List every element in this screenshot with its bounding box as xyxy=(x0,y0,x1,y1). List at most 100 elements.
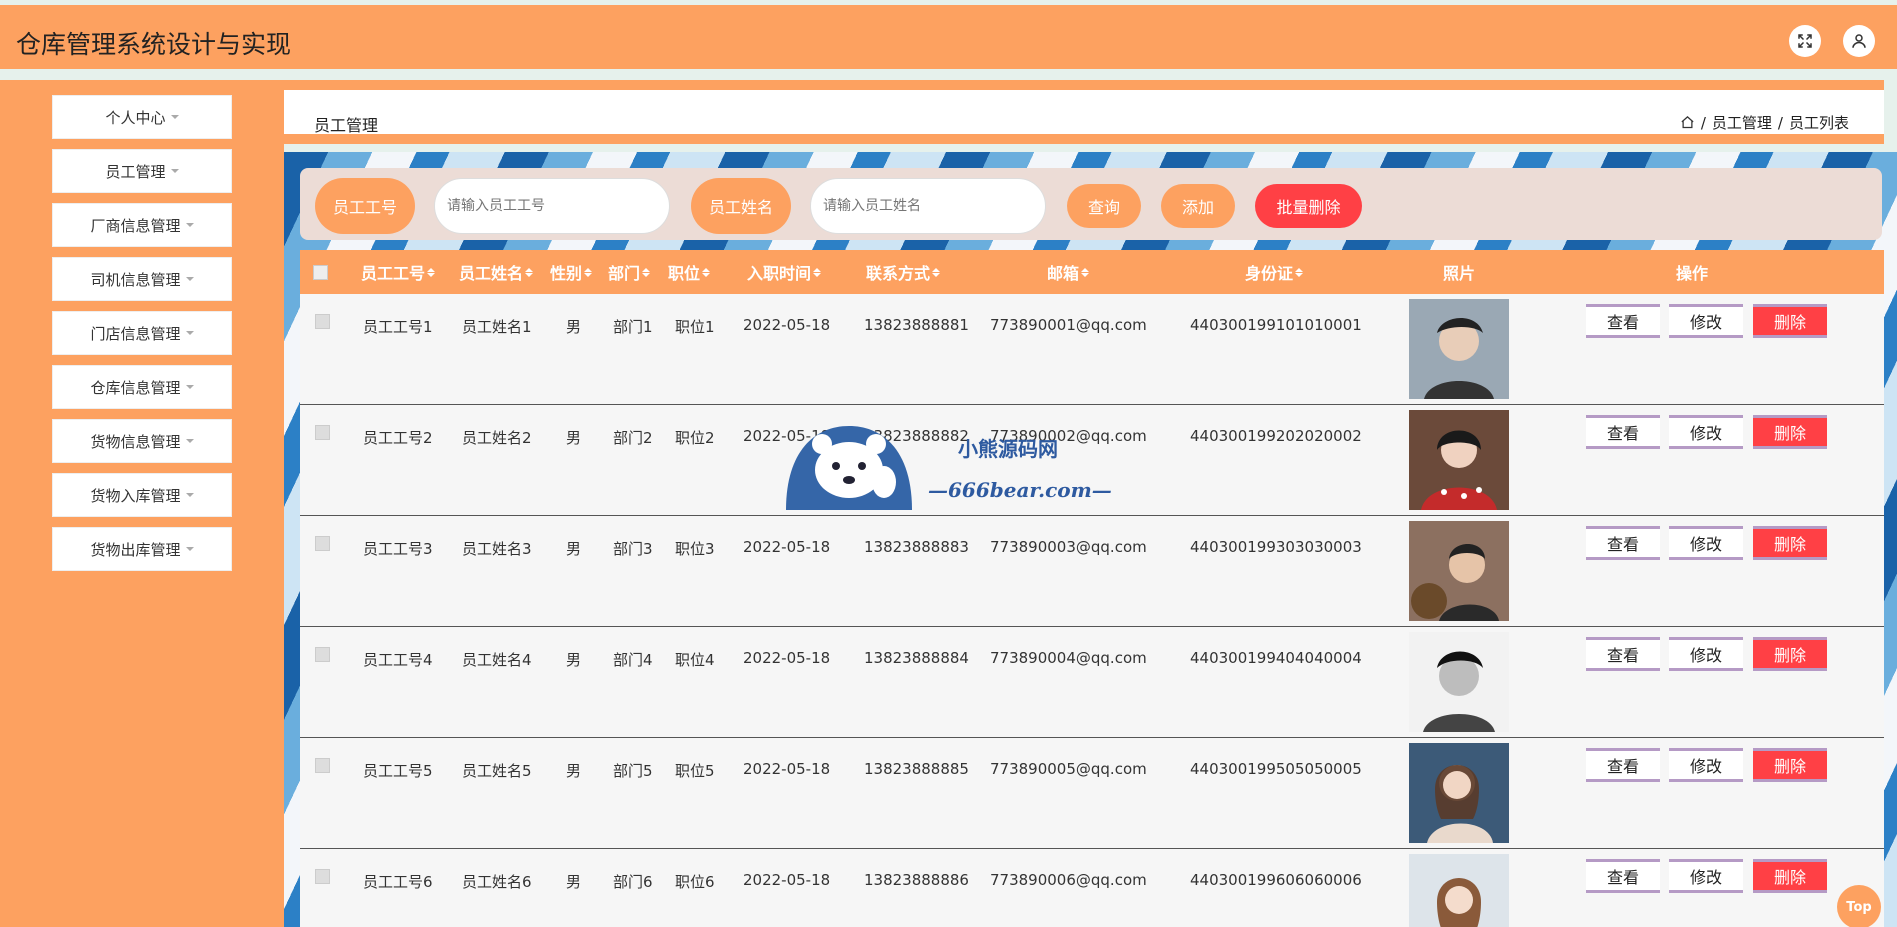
sidebar-item-store-management[interactable]: 门店信息管理 xyxy=(52,311,232,355)
col-header-photo: 照片 xyxy=(1442,264,1475,283)
sidebar-item-personal-center[interactable]: 个人中心 xyxy=(52,95,232,139)
row-checkbox[interactable] xyxy=(315,869,330,884)
cell-id-card: 440300199202020002 xyxy=(1190,427,1362,445)
fullscreen-icon[interactable] xyxy=(1789,25,1821,57)
col-header-id-card[interactable]: 身份证 xyxy=(1234,250,1314,294)
cell-position: 职位5 xyxy=(675,762,715,780)
breadcrumb-separator: / xyxy=(1700,113,1706,132)
sort-icon xyxy=(813,267,821,277)
breadcrumb-item-employee-management[interactable]: 员工管理 xyxy=(1712,112,1772,133)
edit-button[interactable]: 修改 xyxy=(1669,859,1743,893)
cell-phone: 13823888883 xyxy=(864,538,969,556)
sidebar-item-label: 个人中心 xyxy=(105,108,166,127)
cell-phone: 13823888886 xyxy=(864,871,969,889)
caret-down-icon xyxy=(185,277,194,281)
sort-icon xyxy=(642,267,650,277)
row-checkbox[interactable] xyxy=(315,536,330,551)
table-row: 员工工号5 员工姓名5 男 部门5 职位5 2022-05-18 1382388… xyxy=(300,738,1884,849)
delete-button[interactable]: 删除 xyxy=(1753,748,1827,782)
edit-button[interactable]: 修改 xyxy=(1669,304,1743,338)
caret-down-icon xyxy=(170,169,179,173)
cell-employee-name: 员工姓名6 xyxy=(462,873,532,891)
cell-employee-id: 员工工号2 xyxy=(363,429,433,447)
row-checkbox[interactable] xyxy=(315,647,330,662)
col-header-department[interactable]: 部门 xyxy=(605,250,653,294)
edit-button[interactable]: 修改 xyxy=(1669,748,1743,782)
watermark-url: —666bear.com— xyxy=(928,478,1112,502)
cell-hire-date: 2022-05-18 xyxy=(743,649,831,667)
employee-name-input[interactable] xyxy=(810,178,1046,234)
cell-department: 部门1 xyxy=(613,318,653,336)
row-checkbox[interactable] xyxy=(315,314,330,329)
sidebar-item-label: 货物出库管理 xyxy=(90,540,181,559)
cell-hire-date: 2022-05-18 xyxy=(743,871,831,889)
add-button[interactable]: 添加 xyxy=(1161,184,1235,228)
cell-employee-name: 员工姓名4 xyxy=(462,651,532,669)
cell-email: 773890006@qq.com xyxy=(990,871,1147,889)
col-header-contact[interactable]: 联系方式 xyxy=(855,250,951,294)
caret-down-icon xyxy=(185,439,194,443)
cell-phone: 13823888884 xyxy=(864,649,969,667)
employee-photo xyxy=(1409,299,1509,399)
edit-button[interactable]: 修改 xyxy=(1669,526,1743,560)
breadcrumb-separator: / xyxy=(1777,113,1783,132)
cell-id-card: 440300199303030003 xyxy=(1190,538,1362,556)
delete-button[interactable]: 删除 xyxy=(1753,526,1827,560)
sidebar-item-employee-management[interactable]: 员工管理 xyxy=(52,149,232,193)
table-row: 员工工号1 员工姓名1 男 部门1 职位1 2022-05-18 1382388… xyxy=(300,294,1884,405)
col-header-employee-name[interactable]: 员工姓名 xyxy=(456,250,536,294)
batch-delete-button[interactable]: 批量删除 xyxy=(1255,184,1362,228)
user-icon[interactable] xyxy=(1843,25,1875,57)
view-button[interactable]: 查看 xyxy=(1586,304,1660,338)
sidebar-item-goods-management[interactable]: 货物信息管理 xyxy=(52,419,232,463)
view-button[interactable]: 查看 xyxy=(1586,859,1660,893)
col-header-position[interactable]: 职位 xyxy=(665,250,713,294)
table-row: 员工工号3 员工姓名3 男 部门3 职位3 2022-05-18 1382388… xyxy=(300,516,1884,627)
sort-icon xyxy=(427,267,435,277)
cell-employee-name: 员工姓名2 xyxy=(462,429,532,447)
cell-id-card: 440300199606060006 xyxy=(1190,871,1362,889)
employee-id-input[interactable] xyxy=(434,178,670,234)
cell-employee-name: 员工姓名1 xyxy=(462,318,532,336)
col-header-gender[interactable]: 性别 xyxy=(547,250,595,294)
sidebar-item-vendor-management[interactable]: 厂商信息管理 xyxy=(52,203,232,247)
delete-button[interactable]: 删除 xyxy=(1753,304,1827,338)
row-checkbox[interactable] xyxy=(315,758,330,773)
employee-table: 员工工号 员工姓名 性别 部门 职位 入职时间 联系方式 邮箱 身份证 照片 操… xyxy=(300,250,1884,927)
delete-button[interactable]: 删除 xyxy=(1753,859,1827,893)
cell-employee-name: 员工姓名5 xyxy=(462,762,532,780)
sidebar-item-label: 货物入库管理 xyxy=(90,486,181,505)
view-button[interactable]: 查看 xyxy=(1586,748,1660,782)
edit-button[interactable]: 修改 xyxy=(1669,415,1743,449)
sidebar-item-goods-outbound[interactable]: 货物出库管理 xyxy=(52,527,232,571)
sort-icon xyxy=(584,267,592,277)
sidebar-item-driver-management[interactable]: 司机信息管理 xyxy=(52,257,232,301)
view-button[interactable]: 查看 xyxy=(1586,637,1660,671)
home-icon[interactable] xyxy=(1680,115,1695,130)
cell-email: 773890003@qq.com xyxy=(990,538,1147,556)
page-title: 员工管理 xyxy=(314,116,379,135)
cell-department: 部门4 xyxy=(613,651,653,669)
sidebar-item-goods-inbound[interactable]: 货物入库管理 xyxy=(52,473,232,517)
sort-icon xyxy=(932,267,940,277)
select-all-checkbox[interactable] xyxy=(308,250,332,294)
col-header-hire-date[interactable]: 入职时间 xyxy=(736,250,832,294)
col-header-email[interactable]: 邮箱 xyxy=(1036,250,1100,294)
employee-photo xyxy=(1409,854,1509,927)
employee-photo xyxy=(1409,521,1509,621)
view-button[interactable]: 查看 xyxy=(1586,415,1660,449)
delete-button[interactable]: 删除 xyxy=(1753,637,1827,671)
back-to-top-button[interactable]: Top xyxy=(1837,885,1881,927)
sort-icon xyxy=(702,267,710,277)
delete-button[interactable]: 删除 xyxy=(1753,415,1827,449)
row-checkbox[interactable] xyxy=(315,425,330,440)
caret-down-icon xyxy=(170,115,179,119)
cell-gender: 男 xyxy=(566,762,582,780)
edit-button[interactable]: 修改 xyxy=(1669,637,1743,671)
search-bar: 员工工号 员工姓名 查询 添加 批量删除 xyxy=(300,168,1882,240)
view-button[interactable]: 查看 xyxy=(1586,526,1660,560)
query-button[interactable]: 查询 xyxy=(1067,184,1141,228)
col-header-employee-id[interactable]: 员工工号 xyxy=(358,250,438,294)
employee-photo xyxy=(1409,743,1509,843)
sidebar-item-warehouse-management[interactable]: 仓库信息管理 xyxy=(52,365,232,409)
